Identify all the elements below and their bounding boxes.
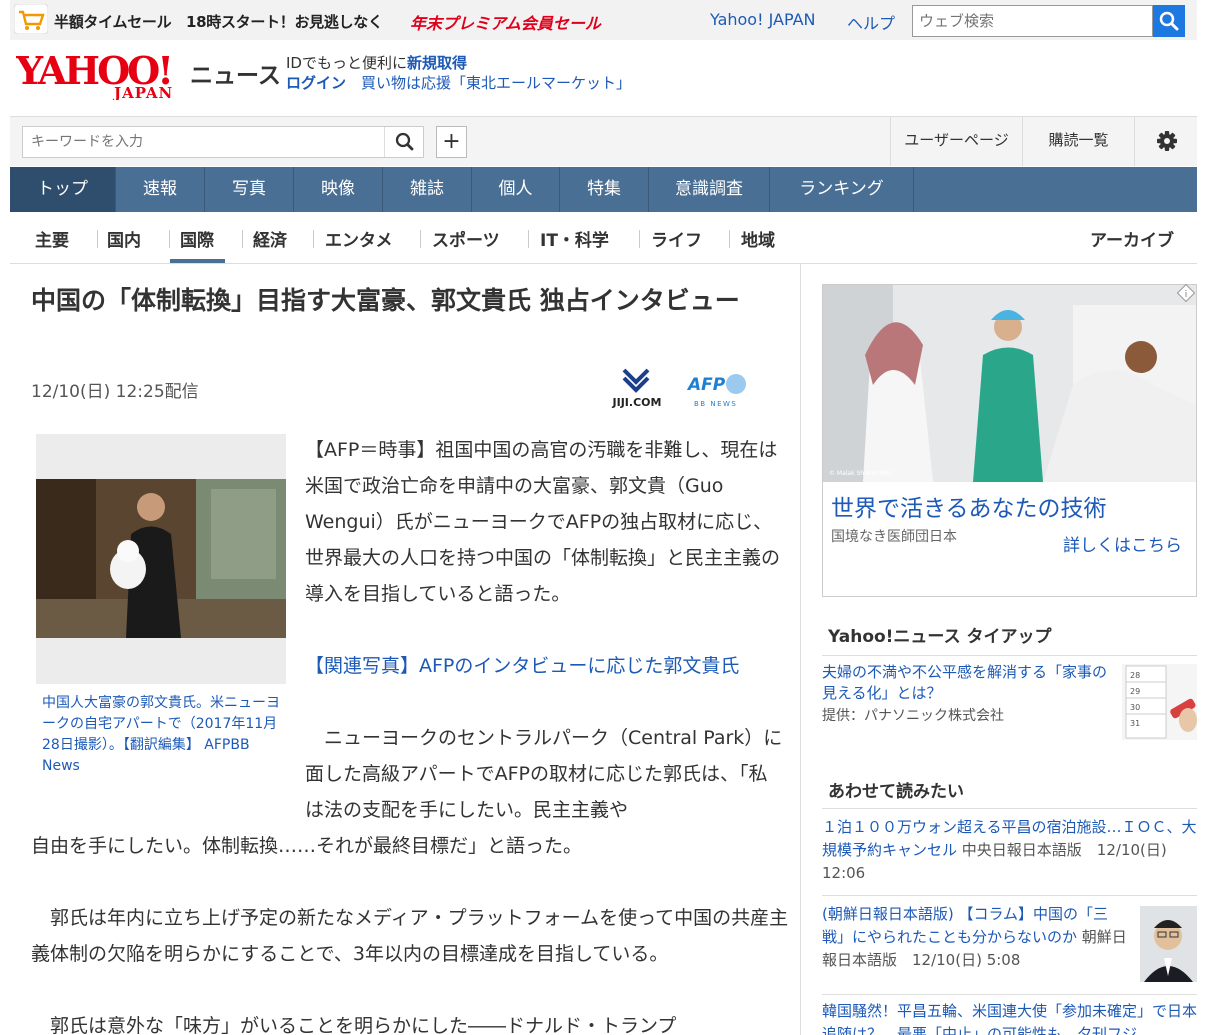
shopping-cart-icon (14, 4, 48, 34)
ad-info-icon[interactable]: i (1177, 284, 1195, 302)
web-search-input[interactable] (912, 5, 1153, 37)
tab-breaking[interactable]: 速報 (116, 167, 205, 212)
jiji-logo[interactable]: JIJI.COM (606, 368, 668, 410)
category-regional[interactable]: 地域 (741, 226, 775, 251)
divider (639, 230, 640, 248)
tab-individuals[interactable]: 個人 (472, 167, 560, 212)
ad-title[interactable]: 世界で活きるあなたの技術 (831, 489, 1107, 523)
related-article-title[interactable]: (朝鮮日報日本語版) 【コラム】中国の「三戦」にやられたことも分からないのか (822, 905, 1108, 946)
category-entertainment[interactable]: エンタメ (325, 226, 393, 251)
yahoo-japan-link[interactable]: Yahoo! JAPAN (710, 10, 816, 29)
id-promo-line: IDでもっと便利に新規取得 (286, 52, 467, 73)
tieup-heading: Yahoo!ニュース タイアップ (828, 627, 1052, 647)
ad-sponsor: 国境なき医師団日本 (831, 529, 957, 545)
article-title: 中国の「体制転換」目指す大富豪、郭文貴氏 独占インタビュー (31, 286, 740, 315)
promo-text[interactable]: 半額タイムセール 18時スタート！お見逃しなく (54, 11, 383, 32)
promo-premium-sale[interactable]: 年末プレミアム会員セール (410, 10, 601, 34)
related-article[interactable]: (朝鮮日報日本語版) 【コラム】中国の「三戦」にやられたことも分からないのか 朝… (822, 903, 1127, 972)
afp-logo-sub: BB NEWS (694, 400, 737, 408)
calendar-date: 29 (1130, 687, 1140, 696)
divider (528, 230, 529, 248)
divider (313, 230, 314, 248)
tieup-provider: 提供：パナソニック株式会社 (822, 708, 1004, 724)
add-button[interactable]: + (436, 126, 467, 158)
tab-videos[interactable]: 映像 (294, 167, 383, 212)
svg-text:JAPAN: JAPAN (112, 84, 173, 100)
photo-caption[interactable]: 中国人大富豪の郭文貴氏。米ニューヨークの自宅アパートで（2017年11月28日撮… (42, 693, 282, 777)
signup-link[interactable]: 新規取得 (407, 54, 467, 72)
login-link[interactable]: ログイン (286, 74, 346, 92)
ad-credit: © Malak Shaher/MSF (829, 470, 893, 477)
main-nav: トップ 速報 写真 映像 雑誌 個人 特集 意識調査 ランキング (10, 167, 1197, 212)
category-life[interactable]: ライフ (651, 226, 702, 251)
article-date: 12/10(日) 12:25配信 (31, 382, 199, 402)
tab-features[interactable]: 特集 (560, 167, 649, 212)
divider (242, 230, 243, 248)
divider (822, 994, 1197, 995)
keyword-search-button[interactable] (384, 127, 423, 157)
category-international[interactable]: 国際 (180, 226, 214, 251)
divider (822, 808, 1197, 809)
related-heading: あわせて読みたい (828, 782, 964, 802)
divider (822, 895, 1197, 896)
category-domestic[interactable]: 国内 (107, 226, 141, 251)
gear-icon (1157, 131, 1177, 151)
web-search-button[interactable] (1153, 5, 1185, 37)
tab-magazines[interactable]: 雑誌 (383, 167, 472, 212)
category-it-science[interactable]: IT・科学 (540, 226, 609, 251)
logo-news-label: ニュース (190, 63, 281, 89)
category-nav: 主要 国内 国際 経済 エンタメ スポーツ IT・科学 ライフ 地域 (10, 212, 1197, 264)
calendar-date: 30 (1130, 703, 1140, 712)
article-paragraph: 自由を手にしたい。体制転換……それが最終目標だ」と語った。 (31, 835, 583, 857)
archive-link[interactable]: アーカイブ (1090, 226, 1174, 251)
login-line: ログイン 買い物は応援「東北エールマーケット」 (286, 72, 631, 93)
tohoku-campaign-link[interactable]: 買い物は応援「東北エールマーケット」 (361, 74, 631, 92)
afp-logo-text: AFP (686, 375, 726, 395)
tieup-thumbnail[interactable]: 28 29 30 31 (1122, 664, 1197, 740)
related-article-title[interactable]: 韓国騒然！平昌五輪、米国連大使「参加未確定」で日本追随は？ 最悪「中止」の可能性… (822, 1002, 1197, 1035)
tab-ranking[interactable]: ランキング (770, 167, 914, 212)
category-sports[interactable]: スポーツ (432, 226, 500, 251)
category-economy[interactable]: 経済 (253, 226, 287, 251)
settings-button[interactable] (1134, 116, 1197, 166)
yahoo-japan-logo[interactable]: YAHOO! JAPAN (16, 52, 188, 100)
active-category-indicator (170, 259, 225, 263)
id-promo-text: IDでもっと便利に (286, 54, 407, 72)
article-paragraph: 郭氏は年内に立ち上げ予定の新たなメディア・プラットフォームを使って中国の共産主義… (31, 907, 789, 965)
calendar-date: 28 (1130, 671, 1140, 680)
tieup-link[interactable]: 夫婦の不満や不公平感を解消する「家事の見える化」とは？ (822, 662, 1112, 704)
ad-image[interactable]: © Malak Shaher/MSF (823, 285, 1196, 482)
user-page-link[interactable]: ユーザーページ (890, 116, 1022, 166)
subscription-list-link[interactable]: 購読一覧 (1022, 116, 1134, 166)
related-article[interactable]: 韓国騒然！平昌五輪、米国連大使「参加未確定」で日本追随は？ 最悪「中止」の可能性… (822, 1000, 1197, 1035)
tab-top[interactable]: トップ (10, 167, 116, 212)
divider (169, 230, 170, 248)
search-icon (1159, 11, 1179, 31)
category-main[interactable]: 主要 (35, 226, 69, 251)
divider (420, 230, 421, 248)
related-article-thumbnail[interactable] (1140, 906, 1197, 982)
article-paragraph: ニューヨークのセントラルパーク（Central Park）に面した高級アパートで… (305, 727, 783, 821)
calendar-date: 31 (1130, 719, 1140, 728)
divider (97, 230, 98, 248)
tab-photos[interactable]: 写真 (205, 167, 294, 212)
search-icon (395, 132, 414, 151)
divider (729, 230, 730, 248)
tab-surveys[interactable]: 意識調査 (649, 167, 770, 212)
article-photo[interactable] (36, 479, 286, 638)
article-paragraph: 【AFP＝時事】祖国中国の高官の汚職を非難し、現在は米国で政治亡命を申請中の大富… (305, 439, 781, 605)
help-link[interactable]: ヘルプ (847, 10, 895, 34)
afpbb-logo[interactable]: AFP BB NEWS (684, 372, 754, 410)
article-paragraph: 郭氏は意外な「味方」がいることを明らかにした――ドナルド・トランプ (31, 1015, 677, 1035)
jiji-logo-text: JIJI.COM (612, 396, 662, 409)
divider (822, 655, 1197, 656)
svg-text:i: i (1185, 290, 1188, 300)
keyword-search-input[interactable] (22, 126, 424, 158)
ad-more-link[interactable]: 詳しくはこちら (1063, 531, 1182, 556)
related-photos-link[interactable]: 【関連写真】AFPのインタビューに応じた郭文貴氏 (305, 648, 739, 684)
related-article[interactable]: １泊１００万ウォン超える平昌の宿泊施設…ＩＯＣ、大規模予約キャンセル 中央日報日… (822, 816, 1197, 885)
